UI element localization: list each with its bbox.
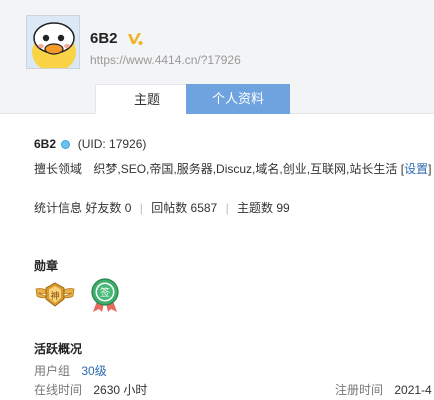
medal-2-glyph: 签 — [100, 286, 110, 299]
tab-topics[interactable]: 主题 — [95, 84, 199, 114]
stats-divider: | — [139, 201, 143, 215]
medal-1-glyph: 神 — [50, 290, 59, 302]
profile-url[interactable]: https://www.4414.cn/?17926 — [90, 53, 241, 67]
topics-count[interactable]: 主题数 99 — [237, 201, 290, 215]
set-link-close: ] — [428, 162, 432, 176]
tab-profile[interactable]: 个人资料 — [186, 84, 290, 114]
uid-text: (UID: 17926) — [77, 137, 147, 151]
replies-count[interactable]: 回帖数 6587 — [151, 201, 217, 215]
wings-medal-icon[interactable]: 神 — [34, 277, 76, 313]
info-name: 6B2 — [34, 137, 57, 151]
profile-header: 6B2 https://www.4414.cn/?17926 主题 个人资料 — [0, 0, 434, 114]
stats-divider: | — [225, 201, 229, 215]
expertise-line: 擅长领域 织梦,SEO,帝国,服务器,Discuz,域名,创业,互联网,站长生活… — [34, 160, 431, 177]
register-time-value: 2021-4 — [394, 383, 432, 397]
expertise-value: 织梦,SEO,帝国,服务器,Discuz,域名,创业,互联网,站长生活 — [93, 162, 398, 176]
profile-username: 6B2 — [90, 30, 118, 47]
group-label: 用户组 — [34, 364, 71, 378]
group-line: 用户组 30级 — [34, 362, 107, 379]
group-value[interactable]: 30级 — [81, 364, 106, 378]
friends-count[interactable]: 好友数 0 — [85, 201, 131, 215]
stats-line: 统计信息 好友数 0 | 回帖数 6587 | 主题数 99 — [34, 199, 290, 216]
sign-in-medal-icon[interactable]: 签 — [84, 277, 126, 313]
avatar[interactable] — [26, 15, 80, 69]
stats-label: 统计信息 — [34, 201, 83, 215]
verified-v-icon — [128, 33, 143, 45]
register-time-line: 注册时间 2021-4 — [335, 381, 432, 398]
online-status-icon — [61, 140, 71, 149]
expertise-label: 擅长领域 — [34, 162, 83, 176]
register-time-label: 注册时间 — [335, 383, 384, 397]
online-time-value: 2630 小时 — [93, 383, 148, 397]
activity-title: 活跃概况 — [34, 342, 83, 356]
set-link[interactable]: 设置 — [404, 162, 428, 176]
duck-avatar-icon — [27, 16, 79, 68]
online-time-line: 在线时间 2630 小时 — [34, 381, 147, 398]
online-time-label: 在线时间 — [34, 383, 83, 397]
medals-title: 勋章 — [34, 259, 59, 273]
name-line: 6B2 (UID: 17926) — [34, 137, 146, 151]
